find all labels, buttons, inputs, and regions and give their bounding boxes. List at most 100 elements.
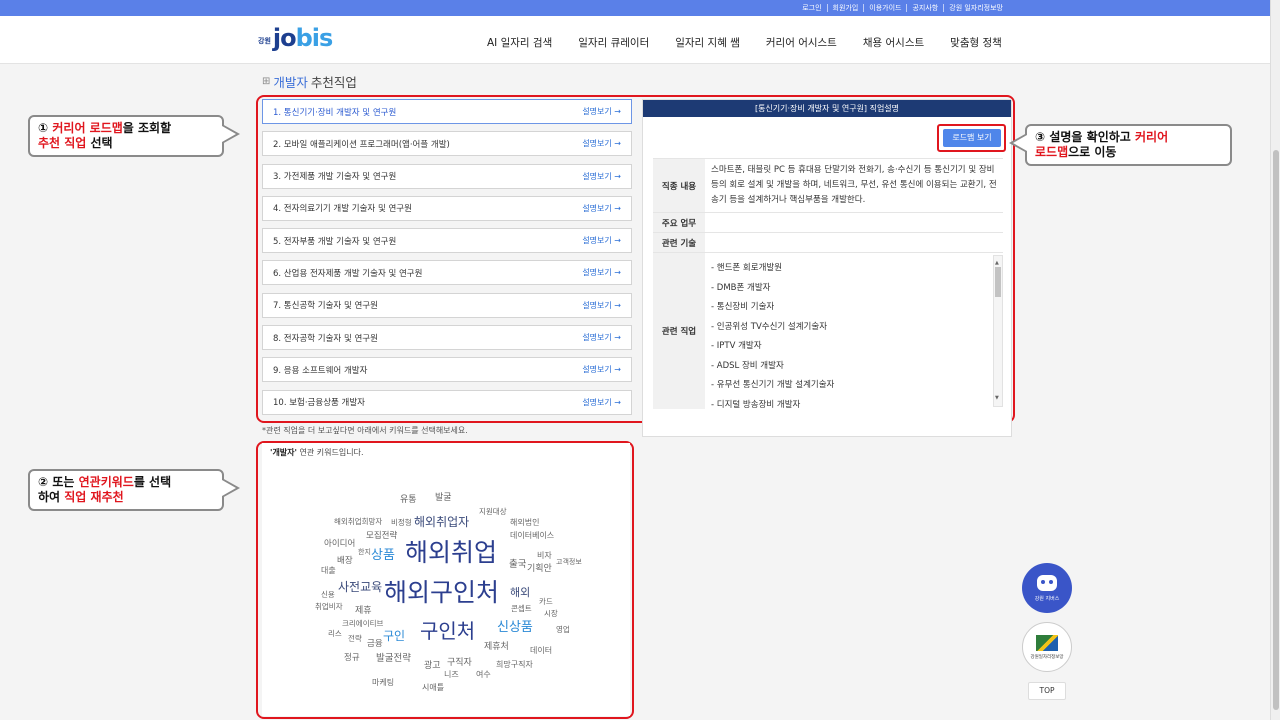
keyword[interactable]: 제휴 <box>355 607 372 616</box>
keyword[interactable]: 발굴 <box>435 494 452 503</box>
nav-ai-job-search[interactable]: AI 일자리 검색 <box>487 35 552 50</box>
emblem-flag-icon <box>1036 634 1058 651</box>
callout-step-3: ③ 설명을 확인하고 커리어 로드맵으로 이동 <box>1009 124 1232 166</box>
keyword[interactable]: 사전교육 <box>338 581 382 593</box>
related-jobs-scrollbar[interactable]: ▲ ▼ <box>993 255 1003 407</box>
keyword[interactable]: 해외취업자 <box>414 516 469 528</box>
keyword[interactable]: 신상품 <box>497 621 533 634</box>
keyword[interactable]: 대출 <box>321 567 336 575</box>
job-item[interactable]: 4. 전자의료기기 개발 기술자 및 연구원 설명보기 → <box>262 195 632 221</box>
keyword[interactable]: 정규 <box>344 654 360 663</box>
keyword[interactable]: 카드 <box>539 598 553 606</box>
page-title: ⊞ 개발자 추천직업 <box>262 72 357 91</box>
keyword[interactable]: 제휴처 <box>484 643 509 652</box>
keyword[interactable]: 구직자 <box>447 659 472 668</box>
view-description-link[interactable]: 설명보기 → <box>582 106 621 117</box>
row-main-work: 주요 업무 <box>653 213 1003 233</box>
keyword[interactable]: 지원대상 <box>479 508 507 516</box>
view-description-link[interactable]: 설명보기 → <box>582 397 621 408</box>
keyword[interactable]: 데이터베이스 <box>510 532 554 540</box>
keyword[interactable]: 해외 <box>510 587 530 598</box>
view-description-link[interactable]: 설명보기 → <box>582 300 621 311</box>
keyword[interactable]: 시장 <box>544 610 558 618</box>
keyword[interactable]: 데이터 <box>530 647 552 655</box>
highlight-box-roadmap <box>937 124 1006 152</box>
nav-job-wisdom[interactable]: 일자리 지혜 쌤 <box>675 35 740 50</box>
related-job: - 유무선 통신기기 개발 설계기술자 <box>711 380 835 390</box>
view-description-link[interactable]: 설명보기 → <box>582 203 621 214</box>
keyword[interactable]: 비정형 <box>391 519 412 527</box>
chatbot-robot-icon[interactable]: 강원 지버스 <box>1022 563 1072 613</box>
view-description-link[interactable]: 설명보기 → <box>582 235 621 246</box>
nav-hiring-assist[interactable]: 채용 어시스트 <box>863 35 924 50</box>
keyword[interactable]: 영업 <box>556 626 570 634</box>
keyword[interactable]: 해외취업 <box>405 540 497 565</box>
keyword[interactable]: 한지 <box>358 549 371 556</box>
keyword[interactable]: 상품 <box>371 549 395 562</box>
job-item[interactable]: 8. 전자공학 기술자 및 연구원 설명보기 → <box>262 325 632 351</box>
nav-custom-policy[interactable]: 맞춤형 정책 <box>950 35 1002 50</box>
gangwon-emblem-icon[interactable]: 강원일자리정보망 <box>1022 622 1072 672</box>
keyword[interactable]: 비자 <box>537 552 552 560</box>
keyword[interactable]: 콘셉트 <box>511 605 532 613</box>
tech-text <box>705 233 1003 252</box>
view-description-link[interactable]: 설명보기 → <box>582 267 621 278</box>
job-item[interactable]: 9. 응용 소프트웨어 개발자 설명보기 → <box>262 357 632 383</box>
job-item[interactable]: 3. 가전제품 개발 기술자 및 연구원 설명보기 → <box>262 163 632 189</box>
main-work-text <box>705 213 1003 232</box>
job-item[interactable]: 7. 통신공학 기술자 및 연구원 설명보기 → <box>262 292 632 318</box>
keyword[interactable]: 출국 <box>509 560 526 570</box>
notice-link[interactable]: 공지사항 <box>907 4 945 12</box>
scroll-top-button[interactable]: TOP <box>1028 682 1066 700</box>
keyword[interactable]: 구인처 <box>420 621 475 641</box>
keyword[interactable]: 희망구직자 <box>496 661 533 669</box>
page-title-keyword: 개발자 <box>273 75 308 90</box>
job-item[interactable]: 6. 산업용 전자제품 개발 기술자 및 연구원 설명보기 → <box>262 260 632 286</box>
job-item[interactable]: 2. 모바일 애플리케이션 프로그래머(앱·어플 개발) 설명보기 → <box>262 131 632 157</box>
view-description-link[interactable]: 설명보기 → <box>582 364 621 375</box>
keyword[interactable]: 마케팅 <box>372 679 394 687</box>
nav-job-curator[interactable]: 일자리 큐레이터 <box>578 35 649 50</box>
keyword[interactable]: 고객정보 <box>556 559 582 566</box>
login-link[interactable]: 로그인 <box>797 4 828 12</box>
related-job: - 인공위성 TV수신기 설계기술자 <box>711 321 828 332</box>
keyword[interactable]: 니즈 <box>444 671 459 679</box>
keyword[interactable]: 해외구인처 <box>384 580 499 605</box>
view-description-link[interactable]: 설명보기 → <box>582 332 621 343</box>
nav-career-assist[interactable]: 커리어 어시스트 <box>766 35 837 50</box>
job-description-table: 직종 내용 스마트폰, 태블릿 PC 등 휴대용 단말기와 전화기, 송·수신기… <box>653 158 1003 409</box>
guide-link[interactable]: 이용가이드 <box>864 4 908 12</box>
keyword[interactable]: 유통 <box>400 496 417 505</box>
job-item[interactable]: 5. 전자부품 개발 기술자 및 연구원 설명보기 → <box>262 228 632 254</box>
related-job: - DMB폰 개발자 <box>711 282 771 293</box>
jobis-logo[interactable]: 강원 jobis <box>258 24 333 52</box>
page-scrollbar-thumb[interactable] <box>1273 150 1279 710</box>
gangwon-jobs-link[interactable]: 강원 일자리정보망 <box>944 4 1008 12</box>
keyword[interactable]: 신용 <box>321 591 335 599</box>
keyword[interactable]: 구인 <box>383 630 405 642</box>
keyword[interactable]: 시애틀 <box>422 684 444 692</box>
keyword[interactable]: 리스 <box>328 630 342 638</box>
signup-link[interactable]: 회원가입 <box>828 4 865 12</box>
keyword[interactable]: 배장 <box>337 557 353 566</box>
related-jobs-list[interactable]: - 핸드폰 회로개발원 - DMB폰 개발자 - 통신장비 기술자 - 인공위성… <box>705 253 1003 409</box>
keyword[interactable]: 발굴전략 <box>376 654 411 664</box>
keyword[interactable]: 금융 <box>367 640 383 649</box>
scroll-down-icon[interactable]: ▼ <box>995 391 999 406</box>
keyword[interactable]: 크리에이티브 <box>342 620 383 628</box>
keyword[interactable]: 모집전략 <box>366 532 397 541</box>
page-scrollbar[interactable] <box>1270 0 1280 720</box>
view-description-link[interactable]: 설명보기 → <box>582 171 621 182</box>
keyword[interactable]: 해외취업희망자 <box>334 518 382 526</box>
keyword[interactable]: 여수 <box>476 671 491 679</box>
job-item[interactable]: 10. 보험·금융상품 개발자 설명보기 → <box>262 389 632 415</box>
keyword[interactable]: 전략 <box>348 635 362 643</box>
view-description-link[interactable]: 설명보기 → <box>582 138 621 149</box>
job-item[interactable]: 1. 통신기기·장비 개발자 및 연구원 설명보기 → <box>262 99 632 124</box>
keyword[interactable]: 광고 <box>424 662 441 671</box>
keyword[interactable]: 취업비자 <box>315 603 343 611</box>
keyword[interactable]: 해외법인 <box>510 519 539 527</box>
keyword[interactable]: 아이디어 <box>324 540 355 549</box>
keyword[interactable]: 기획안 <box>527 565 552 574</box>
related-jobs-scrollbar-thumb[interactable] <box>995 267 1001 297</box>
